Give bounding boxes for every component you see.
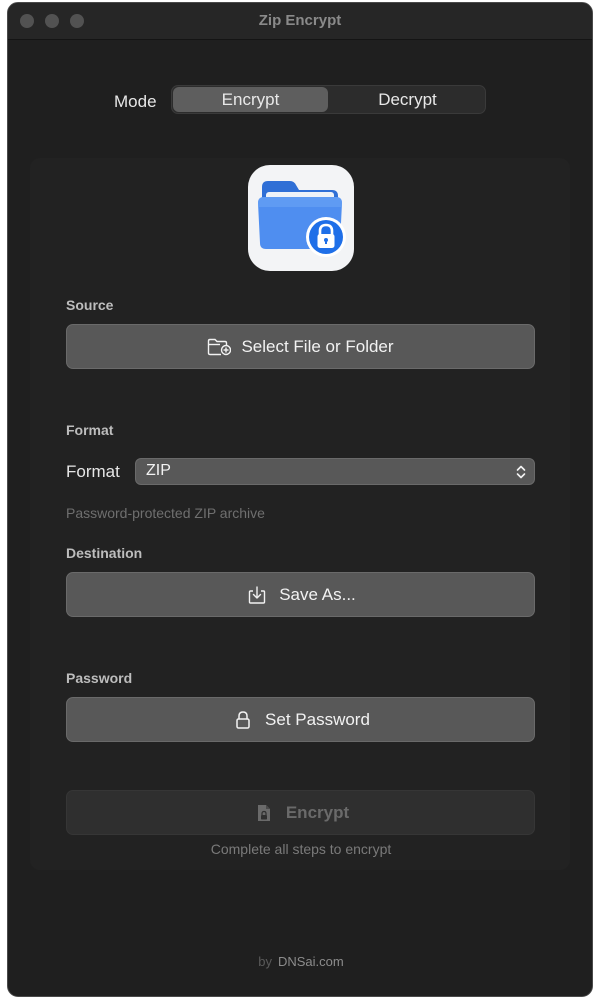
chevron-up-down-icon — [515, 463, 527, 481]
title-bar: Zip Encrypt — [8, 3, 592, 40]
footer-by: by — [258, 954, 272, 969]
footer-brand-link[interactable]: DNSai.com — [278, 954, 344, 969]
mode-encrypt-segment[interactable]: Encrypt — [173, 87, 328, 112]
format-field-label: Format — [66, 462, 120, 481]
encrypt-button-label: Encrypt — [285, 802, 350, 822]
set-password-label: Set Password — [265, 709, 370, 729]
format-select[interactable]: ZIP — [135, 458, 535, 485]
download-tray-icon — [245, 584, 269, 606]
select-file-or-folder-button[interactable]: Select File or Folder — [66, 324, 535, 369]
format-hint: Password-protected ZIP archive — [66, 505, 265, 521]
folder-lock-icon — [248, 165, 354, 271]
destination-section-label: Destination — [66, 545, 143, 561]
select-file-or-folder-label: Select File or Folder — [241, 336, 394, 356]
mode-segmented-control: Encrypt Decrypt — [171, 85, 486, 114]
mode-decrypt-segment[interactable]: Decrypt — [330, 87, 485, 112]
save-as-label: Save As... — [279, 584, 356, 604]
lock-icon — [231, 709, 255, 731]
folder-add-icon — [207, 336, 232, 358]
footer-credit: by DNSai.com — [8, 954, 592, 969]
set-password-button[interactable]: Set Password — [66, 697, 535, 742]
format-select-value: ZIP — [146, 462, 171, 479]
window-title: Zip Encrypt — [258, 12, 342, 29]
source-section-label: Source — [66, 297, 114, 313]
encrypt-caption: Complete all steps to encrypt — [210, 841, 392, 857]
mode-label: Mode — [114, 92, 157, 111]
encrypt-button[interactable]: Encrypt — [66, 790, 535, 835]
password-section-label: Password — [66, 670, 133, 686]
format-section-label: Format — [66, 422, 114, 438]
app-window: Zip Encrypt Mode Encrypt Decrypt Source — [7, 2, 593, 997]
save-as-button[interactable]: Save As... — [66, 572, 535, 617]
locked-document-icon — [252, 802, 276, 824]
